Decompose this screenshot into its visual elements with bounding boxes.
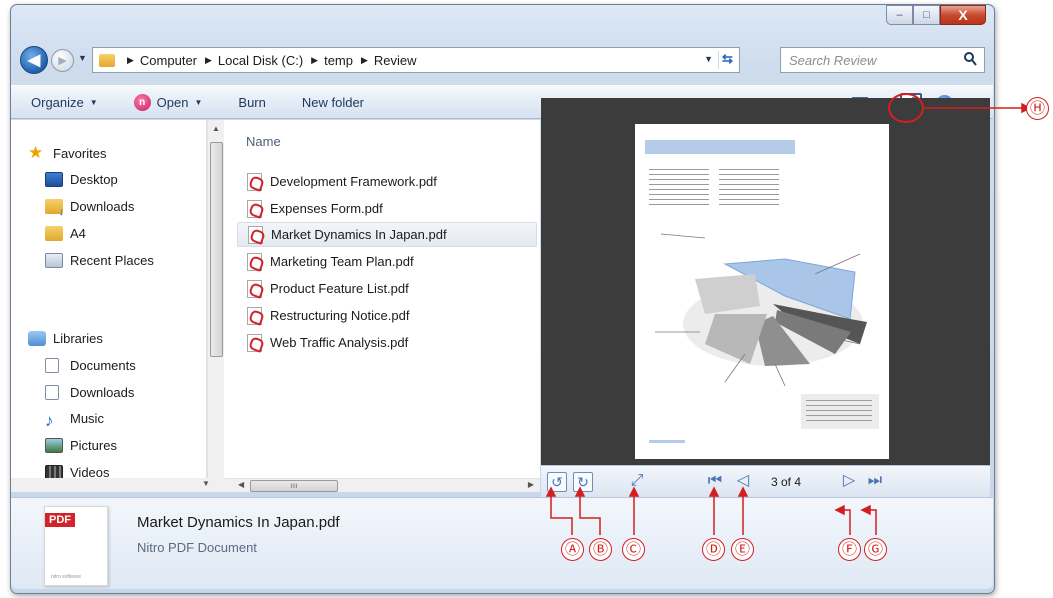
callout-b: Ⓑ bbox=[589, 538, 612, 561]
callout-f: Ⓕ bbox=[838, 538, 861, 561]
callout-d: Ⓓ bbox=[702, 538, 725, 561]
callout-g: Ⓖ bbox=[864, 538, 887, 561]
callout-c: Ⓒ bbox=[622, 538, 645, 561]
callout-h: Ⓗ bbox=[1026, 97, 1049, 120]
callout-leader-lines bbox=[545, 102, 1032, 535]
callout-a: Ⓐ bbox=[561, 538, 584, 561]
callout-e: Ⓔ bbox=[731, 538, 754, 561]
